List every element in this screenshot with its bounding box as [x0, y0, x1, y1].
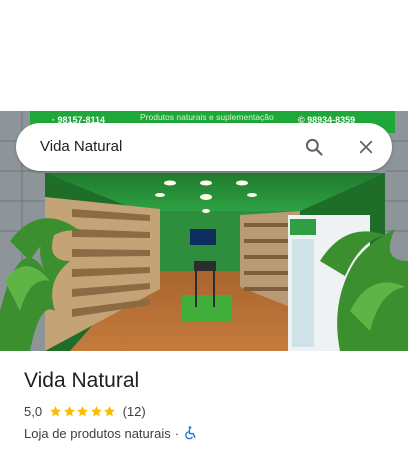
rating-row[interactable]: 5,0 (12): [24, 403, 146, 419]
search-bar[interactable]: Vida Natural: [16, 123, 392, 171]
search-icon: [305, 138, 323, 156]
sign-text: Produtos naturais e suplementação: [140, 112, 274, 122]
review-count[interactable]: (12): [123, 404, 146, 419]
star-icon: [104, 405, 115, 416]
star-icon: [63, 405, 75, 416]
category-row: Loja de produtos naturais ·: [24, 425, 197, 441]
search-input[interactable]: Vida Natural: [40, 123, 122, 171]
place-title: Vida Natural: [24, 369, 140, 392]
wheelchair-icon: [184, 426, 197, 440]
close-icon: [359, 140, 373, 154]
star-rating: [49, 405, 117, 418]
star-icon: [50, 405, 61, 416]
separator-dot: ·: [174, 425, 180, 441]
star-icon: [90, 405, 102, 416]
search-button[interactable]: [300, 133, 328, 161]
star-icon: [77, 405, 88, 416]
place-category: Loja de produtos naturais: [24, 425, 171, 441]
rating-value: 5,0: [24, 403, 43, 419]
close-button[interactable]: [352, 133, 380, 161]
